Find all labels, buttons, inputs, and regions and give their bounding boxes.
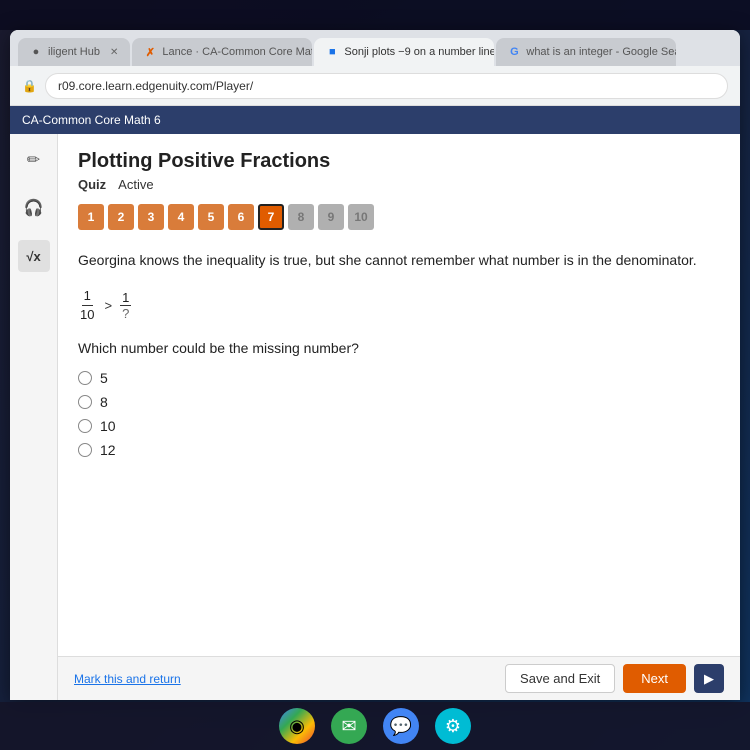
course-title: CA-Common Core Math 6 bbox=[22, 113, 161, 127]
tab-label-2: Lance · CA-Common Core Math bbox=[162, 46, 312, 58]
left-numerator: 1 bbox=[82, 287, 93, 306]
taskbar-chat[interactable]: 💬 bbox=[383, 708, 419, 744]
answer-options: 5 8 10 12 bbox=[78, 370, 720, 458]
option-12[interactable]: 12 bbox=[78, 442, 720, 458]
inequality-operator: > bbox=[104, 298, 112, 313]
quiz-label: Quiz bbox=[78, 177, 106, 192]
save-exit-button[interactable]: Save and Exit bbox=[505, 664, 615, 693]
radio-12[interactable] bbox=[78, 443, 92, 457]
radio-8[interactable] bbox=[78, 395, 92, 409]
q-num-3[interactable]: 3 bbox=[138, 204, 164, 230]
tab-favicon-1: ● bbox=[30, 46, 42, 58]
tab-google[interactable]: G what is an integer - Google Sear... ✕ bbox=[496, 38, 676, 66]
url-text: r09.core.learn.edgenuity.com/Player/ bbox=[58, 79, 253, 93]
right-fraction: 1 ? bbox=[120, 290, 131, 321]
option-5[interactable]: 5 bbox=[78, 370, 720, 386]
q-num-9: 9 bbox=[318, 204, 344, 230]
taskbar: ◉ ✉ 💬 ⚙ bbox=[0, 702, 750, 750]
q-num-1[interactable]: 1 bbox=[78, 204, 104, 230]
quiz-meta: Quiz Active bbox=[78, 177, 720, 192]
footer-buttons: Save and Exit Next ▶ bbox=[505, 664, 724, 693]
option-label-5: 5 bbox=[100, 370, 108, 386]
address-bar: 🔒 r09.core.learn.edgenuity.com/Player/ bbox=[10, 66, 740, 106]
desktop: ● iligent Hub ✕ ✗ Lance · CA-Common Core… bbox=[0, 0, 750, 750]
q-num-6[interactable]: 6 bbox=[228, 204, 254, 230]
option-label-10: 10 bbox=[100, 418, 116, 434]
question-numbers: 1 2 3 4 5 6 7 8 9 10 bbox=[78, 204, 720, 230]
q-num-2[interactable]: 2 bbox=[108, 204, 134, 230]
calculator-tool[interactable]: √x bbox=[18, 240, 50, 272]
mark-return-link[interactable]: Mark this and return bbox=[74, 672, 181, 686]
radio-5[interactable] bbox=[78, 371, 92, 385]
url-input[interactable]: r09.core.learn.edgenuity.com/Player/ bbox=[45, 73, 728, 99]
option-label-8: 8 bbox=[100, 394, 108, 410]
right-denominator: ? bbox=[120, 306, 131, 321]
radio-10[interactable] bbox=[78, 419, 92, 433]
q-num-5[interactable]: 5 bbox=[198, 204, 224, 230]
taskbar-mail[interactable]: ✉ bbox=[331, 708, 367, 744]
tab-bar: ● iligent Hub ✕ ✗ Lance · CA-Common Core… bbox=[10, 30, 740, 66]
which-number-text: Which number could be the missing number… bbox=[78, 340, 720, 356]
lesson-title: Plotting Positive Fractions bbox=[78, 150, 720, 173]
quiz-status: Active bbox=[118, 177, 153, 192]
taskbar-settings[interactable]: ⚙ bbox=[435, 708, 471, 744]
right-numerator: 1 bbox=[120, 290, 131, 306]
top-bar bbox=[0, 0, 750, 30]
quiz-area: Plotting Positive Fractions Quiz Active … bbox=[58, 134, 740, 700]
quiz-footer: Mark this and return Save and Exit Next … bbox=[58, 656, 740, 700]
audio-tool[interactable]: 🎧 bbox=[18, 192, 50, 224]
q-num-8: 8 bbox=[288, 204, 314, 230]
q-num-7[interactable]: 7 bbox=[258, 204, 284, 230]
option-label-12: 12 bbox=[100, 442, 116, 458]
tab-close-1[interactable]: ✕ bbox=[110, 47, 118, 58]
tab-label-3: Sonji plots −9 on a number line bbox=[344, 46, 494, 58]
tab-iligent-hub[interactable]: ● iligent Hub ✕ bbox=[18, 38, 130, 66]
quiz-header: Plotting Positive Fractions Quiz Active … bbox=[58, 134, 740, 250]
main-content: ✏ 🎧 √x Plotting Positive Fractions Quiz … bbox=[10, 134, 740, 700]
left-sidebar: ✏ 🎧 √x bbox=[10, 134, 58, 700]
browser-window: ● iligent Hub ✕ ✗ Lance · CA-Common Core… bbox=[10, 30, 740, 700]
left-denominator: 10 bbox=[78, 306, 96, 324]
lock-icon: 🔒 bbox=[22, 79, 37, 93]
app-header: CA-Common Core Math 6 bbox=[10, 106, 740, 134]
tab-favicon-3: ■ bbox=[326, 46, 338, 58]
option-8[interactable]: 8 bbox=[78, 394, 720, 410]
question-body: Georgina knows the inequality is true, b… bbox=[58, 250, 740, 656]
fraction-display: 1 10 > 1 ? bbox=[78, 287, 720, 324]
tab-label-4: what is an integer - Google Sear... bbox=[526, 46, 676, 58]
tab-favicon-4: G bbox=[508, 46, 520, 58]
tab-sonji[interactable]: ■ Sonji plots −9 on a number line ✕ bbox=[314, 38, 494, 66]
arrow-button[interactable]: ▶ bbox=[694, 664, 724, 693]
left-fraction: 1 10 bbox=[78, 287, 96, 324]
tab-label-1: iligent Hub bbox=[48, 46, 100, 58]
tab-lance[interactable]: ✗ Lance · CA-Common Core Math ✕ bbox=[132, 38, 312, 66]
option-10[interactable]: 10 bbox=[78, 418, 720, 434]
taskbar-chrome[interactable]: ◉ bbox=[279, 708, 315, 744]
q-num-4[interactable]: 4 bbox=[168, 204, 194, 230]
tab-favicon-2: ✗ bbox=[144, 46, 156, 58]
pencil-tool[interactable]: ✏ bbox=[18, 144, 50, 176]
q-num-10: 10 bbox=[348, 204, 374, 230]
question-text: Georgina knows the inequality is true, b… bbox=[78, 250, 720, 271]
next-button[interactable]: Next bbox=[623, 664, 686, 693]
